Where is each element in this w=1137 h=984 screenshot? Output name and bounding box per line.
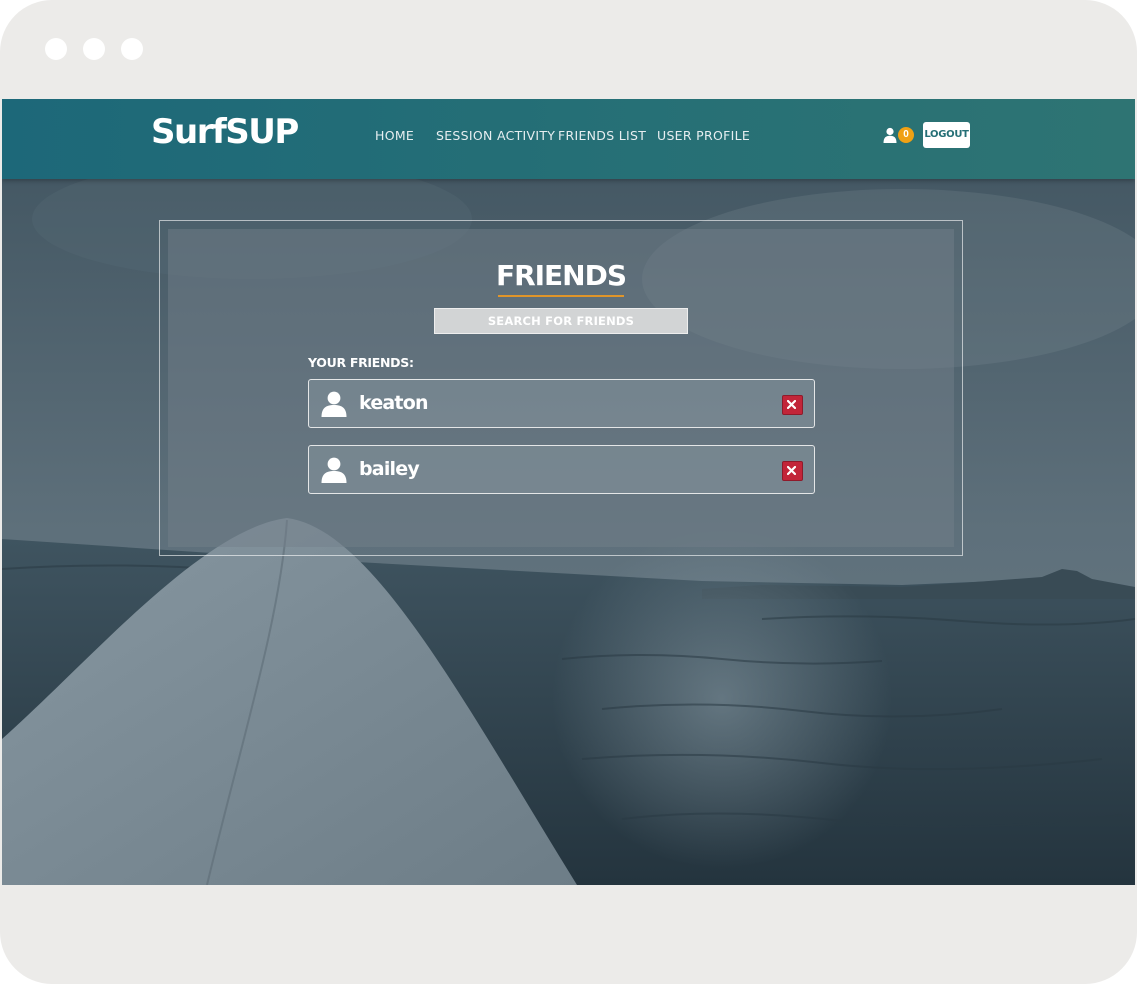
browser-window: SurfSUP HOME SESSION ACTIVITY FRIENDS LI… [0,0,1137,984]
close-icon [787,400,796,409]
notification-badge[interactable]: 0 [898,127,914,143]
title-underline [498,295,624,297]
nav-link-session-activity[interactable]: SESSION ACTIVITY [436,128,555,143]
remove-friend-button[interactable] [782,395,803,415]
user-icon [321,391,347,417]
friend-row-keaton[interactable]: keaton [308,379,815,428]
brand-logo[interactable]: SurfSUP [151,112,299,152]
user-icon[interactable] [883,127,897,143]
friend-row-bailey[interactable]: bailey [308,445,815,494]
friend-name: bailey [359,458,420,480]
window-dot-3 [121,38,143,60]
page-title: FRIENDS [495,259,627,292]
friends-panel-frame: FRIENDS SEARCH FOR FRIENDS YOUR FRIENDS:… [159,220,963,556]
friends-panel: FRIENDS SEARCH FOR FRIENDS YOUR FRIENDS:… [168,229,954,547]
nav-link-user-profile[interactable]: USER PROFILE [657,128,750,143]
friend-name: keaton [359,392,428,414]
search-friends-button[interactable]: SEARCH FOR FRIENDS [434,308,688,334]
nav-link-friends-list[interactable]: FRIENDS LIST [558,128,646,143]
window-dot-2 [83,38,105,60]
logout-button[interactable]: LOGOUT [923,122,970,148]
page-viewport: SurfSUP HOME SESSION ACTIVITY FRIENDS LI… [2,99,1135,885]
friends-list-label: YOUR FRIENDS: [308,355,414,370]
window-dot-1 [45,38,67,60]
user-icon [321,457,347,483]
top-navbar: SurfSUP HOME SESSION ACTIVITY FRIENDS LI… [2,99,1135,179]
close-icon [787,466,796,475]
nav-link-home[interactable]: HOME [375,128,414,143]
remove-friend-button[interactable] [782,461,803,481]
